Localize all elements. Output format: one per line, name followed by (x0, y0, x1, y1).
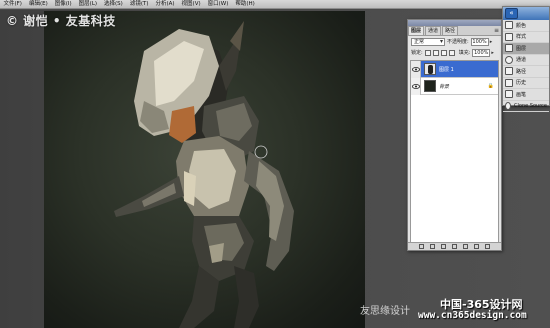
menu-edit[interactable]: 编辑(E) (25, 0, 51, 9)
dock-header: « (503, 7, 549, 20)
lock-transparent-icon[interactable] (424, 49, 431, 56)
layer-row[interactable]: 图层 1 (411, 60, 498, 78)
layer-row[interactable]: 背景 🔒 (411, 77, 498, 95)
layer-mask-icon[interactable] (441, 244, 446, 249)
dock-item-label: 路径 (516, 68, 527, 75)
menu-help[interactable]: 帮助(H) (232, 0, 258, 9)
dock-item-label: Clone Source (514, 102, 547, 109)
layer-lock-icon: 🔒 (487, 83, 494, 89)
paths-icon (505, 67, 513, 76)
layer-name: 背景 (439, 83, 450, 90)
dock-item-history[interactable]: 历史 (503, 78, 549, 89)
dock-item-layers[interactable]: 图层 (503, 43, 549, 55)
dock-item-channels[interactable]: 通道 (503, 55, 549, 66)
dock-item-clone-source[interactable]: Clone Source (503, 101, 549, 112)
site-watermark-url: www.cn365design.com (418, 310, 527, 321)
new-layer-icon[interactable] (474, 244, 479, 249)
color-icon (505, 21, 513, 30)
dock-item-label: 图层 (516, 45, 527, 52)
panel-dock: « 颜色 样式 图层 通道 路径 历史 画笔 Clone Source (502, 6, 550, 112)
menu-bar: 文件(F) 编辑(E) 图像(I) 图层(L) 选择(S) 滤镜(T) 分析(A… (0, 0, 550, 9)
blend-row: 正常 不透明度: 100% ▸ (408, 36, 501, 47)
menu-analysis[interactable]: 分析(A) (152, 0, 178, 9)
lock-label: 锁定: (411, 50, 423, 56)
visibility-eye-icon[interactable] (411, 77, 421, 95)
tab-paths[interactable]: 路径 (442, 26, 459, 35)
lock-row: 锁定: 填充: 100% ▸ (408, 47, 501, 58)
dock-item-color[interactable]: 颜色 (503, 20, 549, 32)
menu-view[interactable]: 视图(V) (178, 0, 204, 9)
panel-footer (408, 242, 501, 250)
brush-icon (505, 90, 513, 99)
dock-item-label: 样式 (516, 34, 527, 41)
tab-layers[interactable]: 图层 (408, 26, 425, 35)
dock-item-styles[interactable]: 样式 (503, 32, 549, 43)
panel-menu-icon[interactable]: ≡ (492, 27, 501, 35)
collapse-dock-icon[interactable]: « (505, 8, 518, 19)
channels-icon (505, 55, 513, 64)
dock-item-label: 通道 (516, 57, 527, 64)
layer-style-icon[interactable] (430, 244, 435, 249)
lock-image-icon[interactable] (432, 49, 439, 56)
opacity-label: 不透明度: (447, 39, 469, 45)
new-group-icon[interactable] (463, 244, 468, 249)
menu-select[interactable]: 选择(S) (101, 0, 127, 9)
tab-channels[interactable]: 通道 (425, 26, 442, 35)
menu-layer[interactable]: 图层(L) (75, 0, 100, 9)
copyright-watermark: © 谢恺 • 友基科技 (6, 14, 116, 28)
history-icon (505, 78, 513, 87)
panel-tabs: 图层 通道 路径 ≡ (408, 26, 501, 36)
layers-icon (505, 44, 513, 53)
opacity-arrow-icon[interactable]: ▸ (490, 39, 493, 45)
fill-label: 填充: (458, 50, 471, 56)
dock-item-label: 历史 (516, 80, 527, 87)
fill-input[interactable]: 100% (472, 48, 491, 57)
opacity-input[interactable]: 100% (470, 37, 489, 46)
styles-icon (505, 32, 513, 41)
layer-thumbnail (424, 63, 436, 75)
painting (114, 21, 294, 328)
adjustment-layer-icon[interactable] (452, 244, 457, 249)
dock-item-label: 画笔 (516, 91, 527, 98)
lock-position-icon[interactable] (440, 49, 447, 56)
lock-all-icon[interactable] (448, 49, 455, 56)
site-watermark-left: 友思缘设计 (360, 306, 410, 317)
link-layers-icon[interactable] (419, 244, 424, 249)
menu-file[interactable]: 文件(F) (0, 0, 25, 9)
delete-layer-icon[interactable] (485, 244, 490, 249)
menu-filter[interactable]: 滤镜(T) (126, 0, 152, 9)
menu-window[interactable]: 窗口(W) (204, 0, 232, 9)
menu-image[interactable]: 图像(I) (51, 0, 75, 9)
layer-list: 图层 1 背景 🔒 (410, 60, 499, 250)
layer-name: 图层 1 (439, 66, 454, 73)
fill-arrow-icon[interactable]: ▸ (491, 50, 494, 56)
dock-item-paths[interactable]: 路径 (503, 66, 549, 78)
layer-thumbnail (424, 80, 436, 92)
clone-source-icon (505, 101, 512, 110)
document-canvas[interactable] (44, 11, 365, 328)
blend-mode-select[interactable]: 正常 (411, 37, 445, 46)
visibility-eye-icon[interactable] (411, 60, 421, 78)
dock-item-brush[interactable]: 画笔 (503, 89, 549, 101)
layers-panel: 图层 通道 路径 ≡ 正常 不透明度: 100% ▸ 锁定: 填充: 100% … (407, 19, 502, 251)
dock-item-label: 颜色 (516, 22, 527, 29)
